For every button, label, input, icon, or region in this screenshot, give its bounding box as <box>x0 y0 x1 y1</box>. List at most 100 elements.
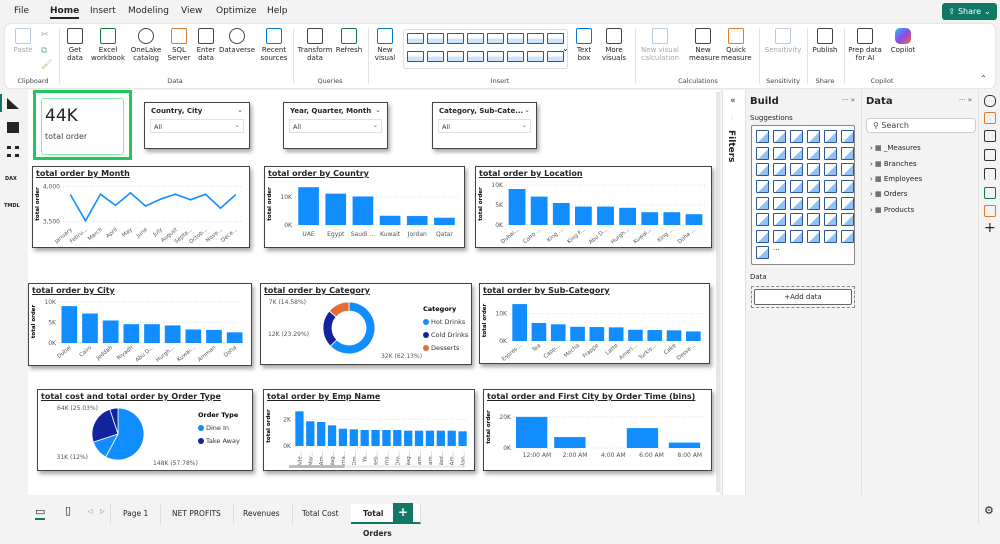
smart-narrative-icon[interactable] <box>756 229 769 243</box>
excel-workbook-button[interactable]: Excel workbook <box>91 28 125 62</box>
slicer-dropdown[interactable]: All ⌄ <box>289 119 382 133</box>
ribbon-icon[interactable] <box>756 163 769 177</box>
search-input[interactable]: ⚲ Search <box>866 118 976 133</box>
enter-data-button[interactable]: Enter data <box>194 28 218 62</box>
stacked-column-icon[interactable] <box>773 130 786 143</box>
menu-file[interactable]: File <box>14 6 29 16</box>
line-stacked-column-icon[interactable] <box>824 146 837 160</box>
tab-net-profits[interactable]: NET PROFITS <box>160 504 234 524</box>
python-visual-icon[interactable] <box>790 213 803 227</box>
share-button[interactable]: ⇪ Share ⌄ <box>942 3 997 20</box>
line-clustered-column-icon[interactable] <box>841 146 854 160</box>
table-employees[interactable]: › ▦ Employees <box>870 175 922 183</box>
azure-map-icon[interactable] <box>824 179 837 193</box>
key-influencers-icon[interactable] <box>807 213 820 227</box>
chart-total-order-by-emp-name[interactable]: total order by Emp Name total order 0K 2K Ad… <box>263 389 475 471</box>
publish-button[interactable]: Publish <box>811 28 839 54</box>
visual-gallery[interactable] <box>403 29 568 69</box>
prev-page-icon[interactable]: ◁ <box>88 508 93 515</box>
menu-modeling[interactable]: Modeling <box>128 6 169 16</box>
get-data-button[interactable]: Get data <box>63 28 87 62</box>
clustered-bar-icon[interactable] <box>790 130 803 143</box>
new-card-icon[interactable] <box>790 196 803 210</box>
pane-options-icon[interactable]: ··· » <box>842 96 855 104</box>
text-box-button[interactable]: Text box <box>573 28 595 62</box>
scatter-icon[interactable] <box>807 163 820 177</box>
kpi-card-total-order[interactable]: 44K total order <box>33 90 132 160</box>
recent-sources-button[interactable]: Recent sources <box>259 28 289 62</box>
power-automate-2-icon[interactable] <box>841 229 854 243</box>
table-measures[interactable]: › ▦ _Measures <box>870 144 921 152</box>
transform-data-button[interactable]: Transform data <box>297 28 333 62</box>
expand-icon[interactable]: « <box>730 96 736 106</box>
build-pane-icon[interactable] <box>984 112 996 124</box>
chart-total-order-by-country[interactable]: total order by Country total order 0K 10K UA… <box>264 166 465 248</box>
more-icon[interactable]: ··· <box>773 246 786 259</box>
pie-icon[interactable] <box>824 163 837 177</box>
model-view-icon[interactable] <box>7 146 19 157</box>
onelake-catalog-button[interactable]: OneLake catalog <box>129 28 163 62</box>
add-pane-icon[interactable]: + <box>984 220 996 236</box>
gauge-icon[interactable] <box>841 179 854 193</box>
settings-icon[interactable]: ⚙ <box>984 504 994 517</box>
new-visual-calculation-button[interactable]: New visual calculation <box>638 28 682 62</box>
100-area-icon[interactable] <box>807 146 820 160</box>
more-visuals-button[interactable]: More visuals <box>599 28 629 62</box>
menu-help[interactable]: Help <box>267 6 288 16</box>
chevron-down-icon[interactable]: ⌄ <box>524 106 530 114</box>
r-visual-icon[interactable] <box>773 213 786 227</box>
copilot-button[interactable]: Copilot <box>885 28 921 54</box>
copy-icon[interactable]: ⧉ <box>41 46 47 56</box>
shape-map-icon[interactable] <box>807 179 820 193</box>
table-branches[interactable]: › ▦ Branches <box>870 160 917 168</box>
metrics-icon[interactable] <box>773 229 786 243</box>
funnel-icon[interactable] <box>790 163 803 177</box>
slicer-icon[interactable] <box>824 196 837 210</box>
sensitivity-button[interactable]: Sensitivity <box>763 28 803 54</box>
chart-order-type-pie[interactable]: total cost and total order by Order Type… <box>37 389 253 471</box>
map-icon[interactable] <box>773 179 786 193</box>
next-page-icon[interactable]: ▷ <box>100 508 105 515</box>
qa-icon[interactable] <box>841 213 854 227</box>
data-pane-icon[interactable] <box>984 95 996 107</box>
waterfall-icon[interactable] <box>773 163 786 177</box>
pane-options-icon[interactable]: ··· » <box>959 96 972 104</box>
tab-revenues[interactable]: Revenues <box>231 504 293 524</box>
table-products[interactable]: › ▦ Products <box>870 206 914 214</box>
arcgis-map-icon[interactable] <box>756 246 769 260</box>
chart-total-order-by-location[interactable]: total order by Location total order 0K 5K 10… <box>475 166 712 248</box>
stacked-bar-icon[interactable] <box>756 130 769 143</box>
chart-total-order-by-subcategory[interactable]: total order by Sub-Category total order 0K… <box>479 283 710 364</box>
table-icon[interactable] <box>841 196 854 210</box>
slicer-dropdown[interactable]: All ⌄ <box>438 119 531 133</box>
treemap-icon[interactable] <box>756 179 769 193</box>
mobile-layout-icon[interactable]: ▯ <box>65 504 71 517</box>
menu-insert[interactable]: Insert <box>90 6 116 16</box>
slicer-country-city[interactable]: Country, City ⌄ All ⌄ <box>144 102 250 149</box>
chart-total-order-by-order-time[interactable]: total order and First City by Order Time… <box>483 389 712 471</box>
power-apps-icon[interactable] <box>807 229 820 243</box>
new-measure-button[interactable]: New measure <box>689 28 720 62</box>
new-visual-button[interactable]: New visual <box>373 28 397 62</box>
sync-slicers-icon[interactable] <box>984 187 996 199</box>
format-pane-icon[interactable] <box>984 130 996 142</box>
tab-page-1[interactable]: Page 1 <box>110 504 162 524</box>
area-icon[interactable] <box>773 146 786 160</box>
slicer-year-quarter-month[interactable]: Year, Quarter, Month ⌄ All ⌄ <box>283 102 388 149</box>
tmdl-view-icon[interactable]: TMDL <box>4 203 20 209</box>
performance-icon[interactable] <box>984 149 996 161</box>
add-page-button[interactable]: + <box>393 503 413 522</box>
matrix-icon[interactable] <box>756 213 769 227</box>
selection-icon[interactable] <box>984 205 996 217</box>
power-automate-icon[interactable] <box>824 229 837 243</box>
table-orders[interactable]: › ▦ Orders <box>870 190 907 198</box>
decomposition-tree-icon[interactable] <box>824 213 837 227</box>
format-painter-icon[interactable]: 🖌 <box>41 60 52 70</box>
report-view-icon[interactable] <box>7 98 19 109</box>
canvas-scrollbar[interactable] <box>716 92 720 492</box>
slicer-category-subcategory[interactable]: Category, Sub-Cate... ⌄ All ⌄ <box>432 102 537 149</box>
sql-server-button[interactable]: SQL Server <box>167 28 191 62</box>
chevron-down-icon[interactable]: ⌄ <box>237 106 243 114</box>
chart-total-order-by-city[interactable]: total order by City total order 0K 5K 10K Dub… <box>28 283 252 366</box>
bookmark-icon[interactable] <box>984 168 996 180</box>
